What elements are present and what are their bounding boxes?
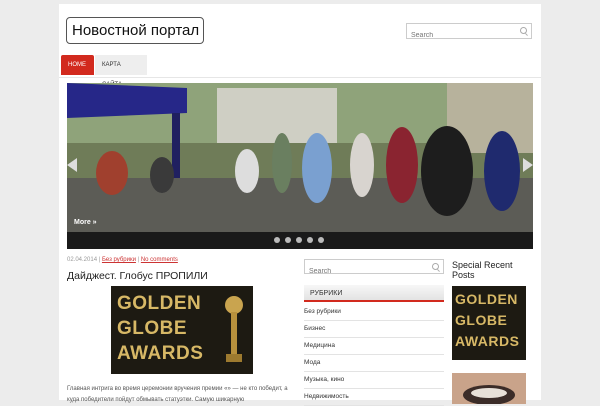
post-meta: 02.04.2014 | Без рубрики | No comments <box>67 257 178 263</box>
post-comments-link[interactable]: No comments <box>141 257 178 263</box>
slider-dot-1[interactable] <box>274 237 280 243</box>
post-image[interactable]: GOLDEN GLOBE AWARDS <box>111 286 253 374</box>
category-item[interactable]: Недвижимость <box>304 389 444 406</box>
recent-image-line-3: AWARDS <box>455 333 520 349</box>
category-item[interactable]: Медицина <box>304 338 444 355</box>
nav-sitemap[interactable]: КАРТА САЙТА <box>95 55 147 88</box>
featured-slider[interactable]: More » <box>67 83 533 249</box>
search-icon[interactable] <box>520 27 527 34</box>
slide-image[interactable] <box>67 83 533 232</box>
main-nav: HOME КАРТА САЙТА <box>59 53 541 88</box>
nav-home[interactable]: HOME <box>61 55 94 75</box>
image-text-line-3: AWARDS <box>117 343 204 364</box>
post-excerpt: Главная интрига во время церемонии вруче… <box>67 386 288 403</box>
category-item[interactable]: Без рубрики <box>304 304 444 321</box>
page-container: Новостной портал HOME КАРТА САЙТА <box>59 4 541 406</box>
image-text-line-2: GLOBE <box>117 318 188 339</box>
slider-more-link[interactable]: More » <box>74 219 97 226</box>
recent-post-image-2[interactable] <box>452 373 526 404</box>
trophy-icon <box>225 296 243 362</box>
post-title[interactable]: Дайджест. Глобус ПРОПИЛИ <box>67 270 208 282</box>
site-logo[interactable]: Новостной портал <box>66 17 204 44</box>
category-item[interactable]: Музыка, кино <box>304 372 444 389</box>
header-search[interactable] <box>406 23 532 43</box>
recent-post-image[interactable]: GOLDEN GLOBE AWARDS <box>452 286 526 360</box>
sidebar-search-icon[interactable] <box>432 263 439 270</box>
recent-posts-heading: Special Recent Posts <box>452 260 513 280</box>
slider-dot-5[interactable] <box>318 237 324 243</box>
recent-image-line-1: GOLDEN <box>455 291 518 307</box>
slider-dot-2[interactable] <box>285 237 291 243</box>
post-date: 02.04.2014 <box>67 257 98 263</box>
image-text-line-1: GOLDEN <box>117 293 202 314</box>
recent-image-line-2: GLOBE <box>455 312 508 328</box>
header-search-input[interactable] <box>407 28 511 43</box>
slider-dot-3[interactable] <box>296 237 302 243</box>
post-category-link[interactable]: Без рубрики <box>102 257 136 263</box>
slider-pagination <box>67 232 533 249</box>
slider-dot-4[interactable] <box>307 237 313 243</box>
category-item[interactable]: Бизнес <box>304 321 444 338</box>
sidebar-search-input[interactable] <box>305 265 409 278</box>
sidebar-search[interactable] <box>304 259 444 278</box>
categories-list: Без рубрики Бизнес Медицина Мода Музыка,… <box>304 304 444 406</box>
category-item[interactable]: Мода <box>304 355 444 372</box>
categories-heading: РУБРИКИ <box>304 285 444 302</box>
